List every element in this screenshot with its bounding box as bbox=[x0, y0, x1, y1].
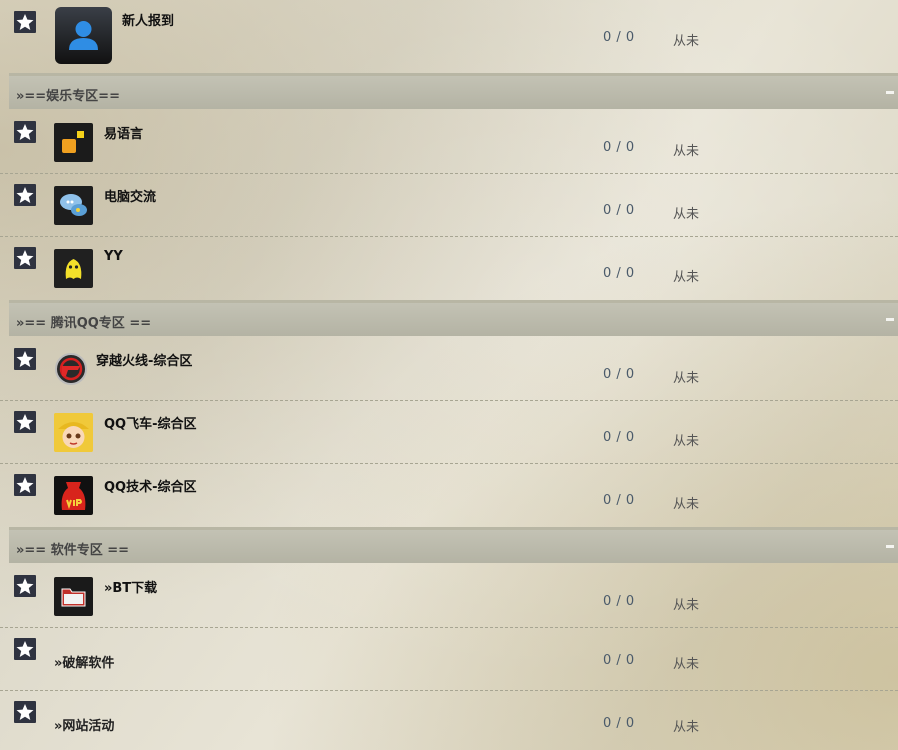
last-post: 从未 bbox=[673, 371, 700, 386]
star-icon[interactable] bbox=[14, 474, 36, 496]
collapse-icon[interactable] bbox=[886, 545, 894, 548]
category-title[interactable]: »== 软件专区 == bbox=[16, 539, 129, 558]
star-icon[interactable] bbox=[14, 184, 36, 206]
last-post: 从未 bbox=[673, 720, 700, 735]
topic-post-counts: 0 / 0 bbox=[603, 266, 635, 281]
forum-row[interactable]: 电脑交流 0 / 0 从未 bbox=[0, 174, 898, 237]
forum-row[interactable]: YY 0 / 0 从未 bbox=[0, 237, 898, 300]
topic-post-counts: 0 / 0 bbox=[603, 716, 635, 731]
forum-row[interactable]: »破解软件 0 / 0 从未 bbox=[0, 628, 898, 691]
star-icon[interactable] bbox=[14, 121, 36, 143]
last-post: 从未 bbox=[673, 657, 700, 672]
forum-row[interactable]: 易语言 0 / 0 从未 bbox=[0, 111, 898, 174]
forum-name[interactable]: 新人报到 bbox=[122, 10, 174, 29]
star-icon[interactable] bbox=[14, 411, 36, 433]
last-post: 从未 bbox=[673, 270, 700, 285]
collapse-icon[interactable] bbox=[886, 91, 894, 94]
chat-bubbles-icon[interactable] bbox=[54, 186, 93, 225]
star-icon[interactable] bbox=[14, 348, 36, 370]
forum-name[interactable]: 穿越火线-综合区 bbox=[96, 350, 192, 369]
last-post: 从未 bbox=[673, 144, 700, 159]
forum-name[interactable]: »网站活动 bbox=[54, 715, 114, 734]
forum-name[interactable]: QQ飞车-综合区 bbox=[104, 413, 197, 432]
forum-list: 新人报到 0 / 0 从未 »==娱乐专区== 易语言 0 / 0 从未 电脑交… bbox=[0, 0, 898, 750]
forum-row[interactable]: »BT下载 0 / 0 从未 bbox=[0, 565, 898, 628]
forum-row-newcomers[interactable]: 新人报到 0 / 0 从未 bbox=[0, 0, 898, 73]
topic-post-counts: 0 / 0 bbox=[603, 203, 635, 218]
star-icon[interactable] bbox=[14, 701, 36, 723]
category-header-entertainment: »==娱乐专区== bbox=[9, 73, 898, 109]
vip-bag-icon[interactable] bbox=[54, 476, 93, 515]
topic-post-counts: 0 / 0 bbox=[603, 367, 635, 382]
crossfire-logo-icon[interactable] bbox=[54, 352, 88, 386]
folder-icon[interactable] bbox=[54, 577, 93, 616]
forum-row[interactable]: QQ技术-综合区 0 / 0 从未 bbox=[0, 464, 898, 527]
collapse-icon[interactable] bbox=[886, 318, 894, 321]
forum-name[interactable]: 易语言 bbox=[104, 123, 143, 142]
forum-name[interactable]: »BT下载 bbox=[104, 577, 157, 596]
star-icon[interactable] bbox=[14, 638, 36, 660]
yi-language-icon[interactable] bbox=[54, 123, 93, 162]
last-post: 从未 bbox=[673, 434, 700, 449]
topic-post-counts: 0 / 0 bbox=[603, 430, 635, 445]
user-avatar-icon[interactable] bbox=[55, 7, 112, 64]
star-icon[interactable] bbox=[14, 11, 36, 33]
topic-post-counts: 0 / 0 bbox=[603, 493, 635, 508]
star-icon[interactable] bbox=[14, 247, 36, 269]
topic-post-counts: 0 / 0 bbox=[603, 30, 635, 45]
qq-speed-avatar-icon[interactable] bbox=[54, 413, 93, 452]
category-header-tencent-qq: »== 腾讯QQ专区 == bbox=[9, 300, 898, 336]
category-header-software: »== 软件专区 == bbox=[9, 527, 898, 563]
topic-post-counts: 0 / 0 bbox=[603, 140, 635, 155]
topic-post-counts: 0 / 0 bbox=[603, 594, 635, 609]
last-post: 从未 bbox=[673, 34, 700, 49]
star-icon[interactable] bbox=[14, 575, 36, 597]
forum-name[interactable]: QQ技术-综合区 bbox=[104, 476, 197, 495]
forum-row[interactable]: »网站活动 0 / 0 从未 bbox=[0, 691, 898, 750]
last-post: 从未 bbox=[673, 207, 700, 222]
category-title[interactable]: »== 腾讯QQ专区 == bbox=[16, 312, 151, 331]
forum-name[interactable]: 电脑交流 bbox=[104, 186, 156, 205]
forum-name[interactable]: YY bbox=[104, 249, 123, 264]
category-title[interactable]: »==娱乐专区== bbox=[16, 85, 120, 104]
forum-name[interactable]: »破解软件 bbox=[54, 652, 114, 671]
forum-row[interactable]: QQ飞车-综合区 0 / 0 从未 bbox=[0, 401, 898, 464]
last-post: 从未 bbox=[673, 598, 700, 613]
last-post: 从未 bbox=[673, 497, 700, 512]
forum-row[interactable]: 穿越火线-综合区 0 / 0 从未 bbox=[0, 338, 898, 401]
yy-mascot-icon[interactable] bbox=[54, 249, 93, 288]
topic-post-counts: 0 / 0 bbox=[603, 653, 635, 668]
